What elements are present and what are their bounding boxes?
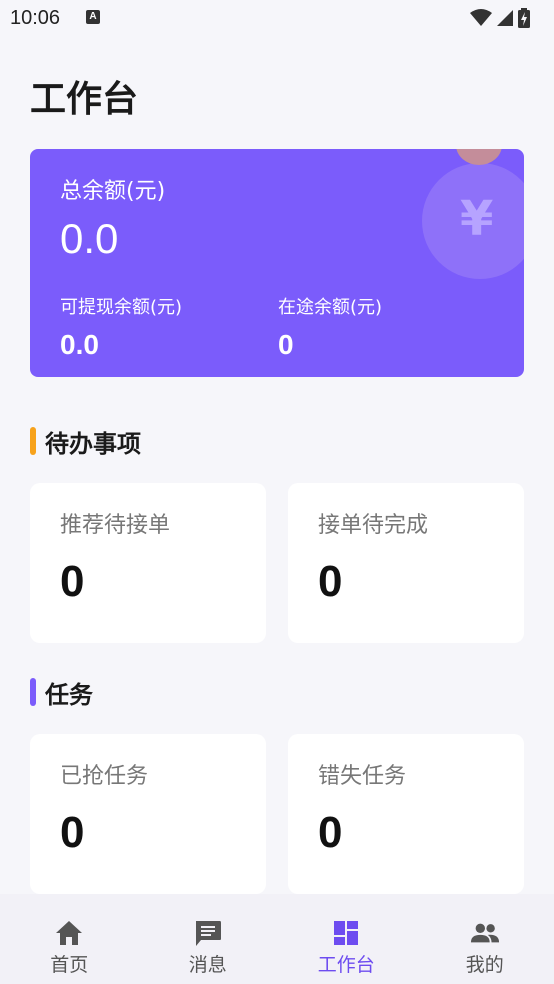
status-time: 10:06	[10, 7, 61, 29]
coin-bag-decoration	[456, 149, 502, 165]
dashboard-icon	[331, 918, 361, 948]
tasks-section-header: 任务	[30, 677, 93, 709]
card-label: 错失任务	[318, 764, 407, 789]
missed-tasks-card[interactable]: 错失任务 0	[288, 734, 524, 894]
section-title: 待办事项	[45, 429, 141, 458]
wifi-icon	[470, 9, 492, 26]
in-transit-balance-label: 在途余额(元)	[278, 297, 383, 318]
page-title: 工作台	[30, 79, 139, 120]
card-label: 推荐待接单	[60, 513, 171, 538]
nav-label: 工作台	[317, 954, 375, 976]
nav-item-workbench[interactable]: 工作台	[277, 894, 416, 984]
card-value: 0	[60, 557, 85, 606]
balance-card[interactable]: ¥ 总余额(元) 0.0 可提现余额(元) 0.0 在途余额(元) 0	[30, 149, 524, 377]
card-label: 已抢任务	[60, 764, 149, 789]
accepted-pending-card[interactable]: 接单待完成 0	[288, 483, 524, 643]
card-value: 0	[318, 808, 343, 857]
grabbed-tasks-card[interactable]: 已抢任务 0	[30, 734, 266, 894]
yen-icon: ¥	[460, 191, 494, 247]
card-label: 接单待完成	[318, 513, 429, 538]
home-icon	[54, 918, 84, 948]
nav-item-home[interactable]: 首页	[0, 894, 139, 984]
total-balance-value: 0.0	[60, 215, 119, 262]
card-value: 0	[318, 557, 343, 606]
section-accent-bar	[30, 427, 36, 455]
system-icons	[470, 8, 530, 28]
notification-icon: A	[86, 10, 100, 24]
section-accent-bar	[30, 678, 36, 706]
withdrawable-balance-label: 可提现余额(元)	[60, 297, 183, 318]
nav-label: 消息	[188, 954, 227, 976]
status-bar: 10:06 A	[0, 0, 554, 36]
nav-item-profile[interactable]: 我的	[416, 894, 554, 984]
total-balance-label: 总余额(元)	[60, 179, 166, 204]
withdrawable-balance-value: 0.0	[60, 329, 99, 360]
cellular-signal-icon	[497, 10, 513, 26]
todo-section-header: 待办事项	[30, 426, 141, 458]
nav-item-messages[interactable]: 消息	[139, 894, 278, 984]
section-title: 任务	[45, 680, 93, 709]
in-transit-balance-value: 0	[278, 329, 294, 360]
nav-label: 我的	[465, 954, 504, 976]
recommended-pending-card[interactable]: 推荐待接单 0	[30, 483, 266, 643]
battery-charging-icon	[518, 8, 530, 28]
message-icon	[193, 918, 223, 948]
people-icon	[470, 918, 500, 948]
nav-label: 首页	[50, 954, 89, 976]
bottom-navigation: 首页 消息 工作台 我的	[0, 894, 554, 984]
card-value: 0	[60, 808, 85, 857]
